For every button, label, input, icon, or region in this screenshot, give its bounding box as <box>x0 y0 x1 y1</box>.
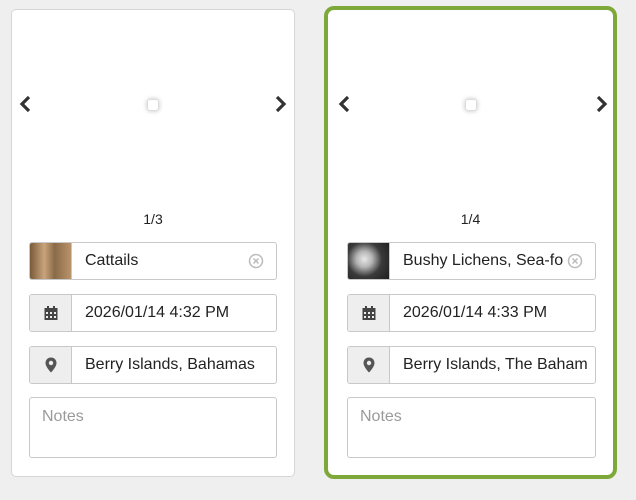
notes-field[interactable]: Notes <box>29 397 277 458</box>
datetime-field[interactable]: 2026/01/14 4:32 PM <box>29 294 277 332</box>
species-thumbnail <box>348 243 390 279</box>
species-name: Cattails <box>85 252 139 269</box>
map-pin-icon <box>30 347 72 383</box>
species-field[interactable]: Cattails <box>29 242 277 280</box>
photo-counter: 1/3 <box>143 211 163 227</box>
species-field[interactable]: Bushy Lichens, Sea-fo <box>347 242 596 280</box>
photo-carousel <box>12 10 294 205</box>
photo-carousel <box>328 10 613 205</box>
location-field[interactable]: Berry Islands, Bahamas <box>29 346 277 384</box>
chevron-right-icon[interactable] <box>272 94 290 114</box>
notes-field[interactable]: Notes <box>347 397 596 458</box>
carousel-dot[interactable] <box>465 99 477 111</box>
datetime-field[interactable]: 2026/01/14 4:33 PM <box>347 294 596 332</box>
clear-icon[interactable] <box>567 253 583 269</box>
calendar-icon <box>30 295 72 331</box>
chevron-left-icon[interactable] <box>16 94 34 114</box>
calendar-icon <box>348 295 390 331</box>
datetime-value: 2026/01/14 4:33 PM <box>403 304 548 321</box>
clear-icon[interactable] <box>248 253 264 269</box>
species-thumbnail <box>30 243 72 279</box>
location-value: Berry Islands, The Baham <box>403 356 588 373</box>
location-field[interactable]: Berry Islands, The Baham <box>347 346 596 384</box>
species-name: Bushy Lichens, Sea-fo <box>403 252 564 269</box>
datetime-value: 2026/01/14 4:32 PM <box>85 304 230 321</box>
observation-card[interactable]: 1/3 Cattails 2026/01/14 4:32 PM Berry Is… <box>11 9 295 477</box>
photo-counter: 1/4 <box>460 211 481 227</box>
carousel-dot[interactable] <box>147 99 159 111</box>
location-value: Berry Islands, Bahamas <box>85 356 255 373</box>
chevron-left-icon[interactable] <box>335 94 353 114</box>
chevron-right-icon[interactable] <box>593 94 611 114</box>
observation-card-selected[interactable]: 1/4 Bushy Lichens, Sea-fo 2026/01/14 4:3… <box>324 6 617 479</box>
map-pin-icon <box>348 347 390 383</box>
